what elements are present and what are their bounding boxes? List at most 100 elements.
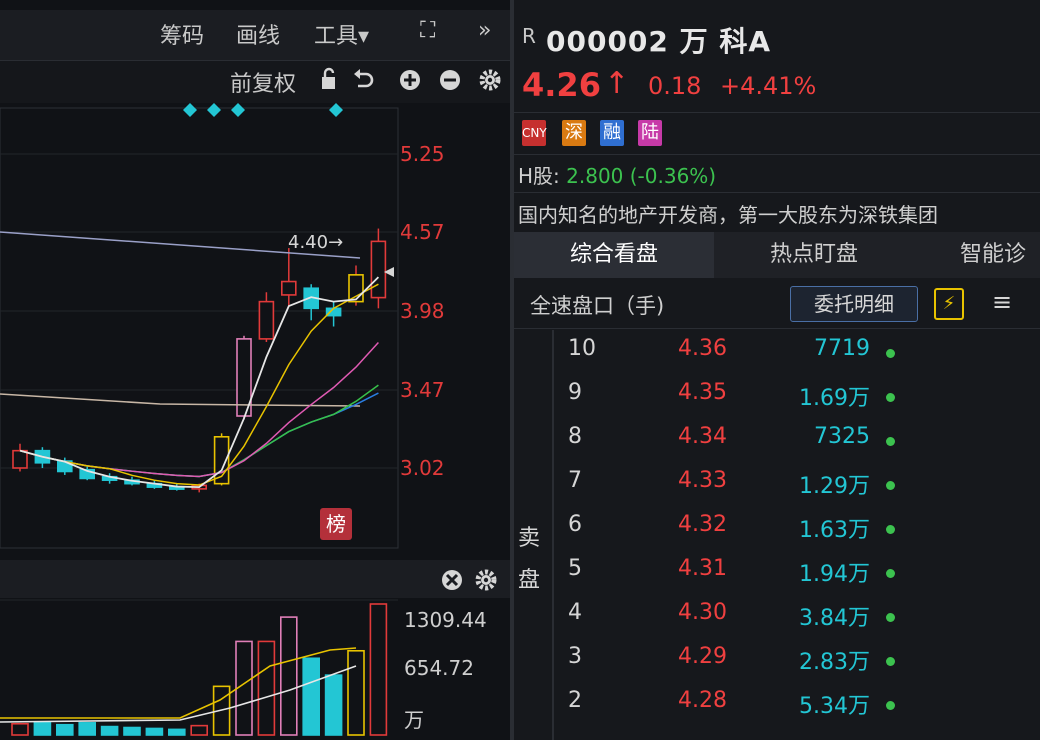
- order-level: 5: [568, 556, 582, 581]
- volume-unit-label: 万: [404, 708, 424, 732]
- order-book-row[interactable]: 3 4.29 2.83万: [514, 644, 1040, 688]
- order-detail-button[interactable]: 委托明细: [790, 286, 918, 322]
- order-book-row[interactable]: 7 4.33 1.29万: [514, 468, 1040, 512]
- order-volume: 1.94万: [799, 562, 870, 587]
- status-dot-icon: [886, 437, 895, 446]
- volume-settings-icon[interactable]: [475, 569, 497, 591]
- last-price: 4.26: [522, 66, 601, 104]
- volume-header-icons: [442, 569, 497, 591]
- h-share-value: 2.800 (-0.36%): [566, 164, 717, 188]
- tab-overview[interactable]: 综合看盘: [514, 232, 714, 278]
- price-axis-label: 4.57: [400, 220, 445, 244]
- volume-bar: [302, 657, 321, 736]
- order-book-row[interactable]: 8 4.34 7325: [514, 424, 1040, 468]
- ma-marker-label: 4.40→: [288, 232, 344, 253]
- price-axis-label: 3.02: [400, 456, 445, 480]
- volume-bar: [190, 724, 208, 736]
- order-price: 4.30: [678, 600, 727, 625]
- depth-title: 全速盘口（手): [530, 294, 665, 318]
- price-change-pct: +4.41%: [720, 72, 817, 100]
- volume-bar: [369, 603, 388, 736]
- tab-hotspot[interactable]: 热点盯盘: [716, 232, 912, 278]
- event-marker-icon: [183, 103, 197, 117]
- candle-body: [370, 240, 387, 299]
- margin-tag: 融: [600, 120, 624, 146]
- event-marker-icon: [207, 103, 221, 117]
- order-level: 3: [568, 644, 582, 669]
- status-dot-icon: [886, 393, 895, 402]
- stock-title: 000002 万 科A: [546, 25, 772, 58]
- order-price: 4.33: [678, 468, 727, 493]
- event-marker-icon: [329, 103, 343, 117]
- order-volume: 1.69万: [799, 386, 870, 411]
- candle-body: [12, 449, 28, 469]
- status-dot-icon: [886, 569, 895, 578]
- order-level: 6: [568, 512, 582, 537]
- order-level: 4: [568, 600, 582, 625]
- order-price: 4.32: [678, 512, 727, 537]
- market-tag: 深: [562, 120, 586, 146]
- status-dot-icon: [886, 349, 895, 358]
- order-book-row[interactable]: 5 4.31 1.94万: [514, 556, 1040, 600]
- price-axis-label: 3.47: [400, 378, 445, 402]
- status-dot-icon: [886, 657, 895, 666]
- order-price: 4.35: [678, 380, 727, 405]
- ranking-badge[interactable]: 榜: [320, 508, 352, 540]
- status-dot-icon: [886, 525, 895, 534]
- order-volume: 3.84万: [799, 606, 870, 631]
- order-volume: 1.63万: [799, 518, 870, 543]
- status-dot-icon: [886, 481, 895, 490]
- menu-icon[interactable]: ≡: [992, 288, 1012, 316]
- h-share-label: H股:: [518, 164, 560, 188]
- volume-bar: [11, 722, 29, 736]
- currency-tag: CNY: [522, 120, 547, 146]
- price-axis-label: 5.25: [400, 142, 445, 166]
- volume-bar: [33, 721, 52, 736]
- volume-bar: [257, 640, 276, 736]
- volume-bar: [55, 723, 74, 736]
- volume-header: [0, 560, 510, 598]
- up-arrow-icon: ↑: [604, 66, 630, 101]
- order-price: 4.29: [678, 644, 727, 669]
- price-change: 0.18: [648, 72, 702, 100]
- status-dot-icon: [886, 613, 895, 622]
- volume-bar: [324, 674, 343, 736]
- volume-bar: [347, 649, 365, 736]
- flash-icon[interactable]: ⚡: [934, 288, 964, 320]
- stock-prefix: R: [522, 24, 536, 48]
- volume-axis-label: 1309.44: [404, 608, 487, 632]
- ma-10-line: [19, 341, 379, 478]
- order-level: 2: [568, 688, 582, 713]
- volume-bar: [279, 616, 298, 736]
- chart-frame: [0, 107, 399, 549]
- order-book-row[interactable]: 9 4.35 1.69万: [514, 380, 1040, 424]
- h-share-info: H股: 2.800 (-0.36%): [518, 160, 716, 189]
- volume-bar: [78, 722, 96, 736]
- price-axis-label: 3.98: [400, 299, 445, 323]
- order-book-row[interactable]: 4 4.30 3.84万: [514, 600, 1040, 644]
- order-book-row[interactable]: 10 4.36 7719: [514, 336, 1040, 380]
- volume-axis-label: 654.72: [404, 656, 474, 680]
- order-book-row[interactable]: 2 4.28 5.34万: [514, 688, 1040, 732]
- order-price: 4.31: [678, 556, 727, 581]
- order-book-row[interactable]: 6 4.32 1.63万: [514, 512, 1040, 556]
- order-level: 8: [568, 424, 582, 449]
- order-volume: 2.83万: [799, 650, 870, 675]
- candle-body: [258, 300, 275, 340]
- close-icon[interactable]: [442, 570, 462, 590]
- volume-bar: [145, 727, 164, 736]
- order-volume: 7325: [814, 424, 870, 449]
- event-marker-icon: [231, 103, 245, 117]
- volume-bar: [100, 725, 119, 736]
- ma-5-line: [19, 283, 379, 486]
- connect-tag: 陆: [638, 120, 662, 146]
- ma-120-line: [0, 393, 361, 407]
- candle-body: [325, 307, 342, 317]
- candle-body: [280, 280, 297, 296]
- status-dot-icon: [886, 701, 895, 710]
- order-level: 7: [568, 468, 582, 493]
- tab-bar: 综合看盘 热点盯盘 智能诊: [514, 232, 1040, 278]
- tab-diagnosis[interactable]: 智能诊: [914, 232, 1040, 278]
- ma-3-line: [19, 276, 380, 489]
- order-volume: 1.29万: [799, 474, 870, 499]
